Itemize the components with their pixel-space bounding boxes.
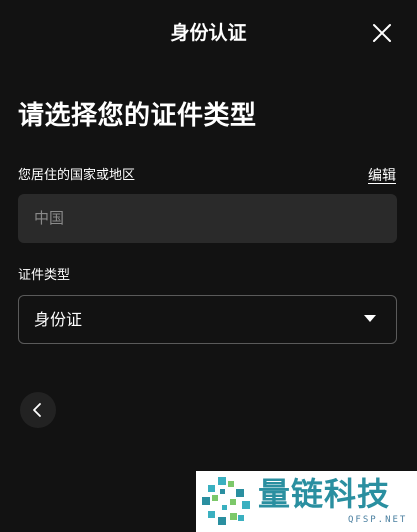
edit-country-link[interactable]: 编辑 (368, 166, 396, 186)
country-field: 中国 (18, 194, 397, 243)
back-button[interactable] (20, 392, 56, 428)
close-button[interactable] (368, 19, 396, 47)
document-type-value: 身份证 (34, 310, 83, 329)
watermark-text: 量链科技 (258, 475, 391, 513)
watermark: 量链科技 QFSP.NET (196, 471, 417, 532)
watermark-logo-icon (202, 477, 250, 525)
header-title: 身份认证 (170, 22, 247, 44)
identity-verification-page: 身份认证 请选择您的证件类型 您居住的国家或地区 编辑 中国 证件类型 身份证 (0, 0, 417, 532)
country-label: 您居住的国家或地区 (18, 168, 136, 183)
watermark-subtext: QFSP.NET (348, 515, 408, 525)
caret-down-icon (364, 315, 376, 322)
close-icon (373, 24, 391, 42)
chevron-left-icon (33, 403, 41, 417)
header: 身份认证 (0, 0, 417, 66)
document-type-label: 证件类型 (18, 268, 71, 283)
page-title: 请选择您的证件类型 (18, 101, 257, 131)
document-type-select[interactable]: 身份证 (18, 295, 397, 344)
country-value: 中国 (34, 209, 65, 227)
